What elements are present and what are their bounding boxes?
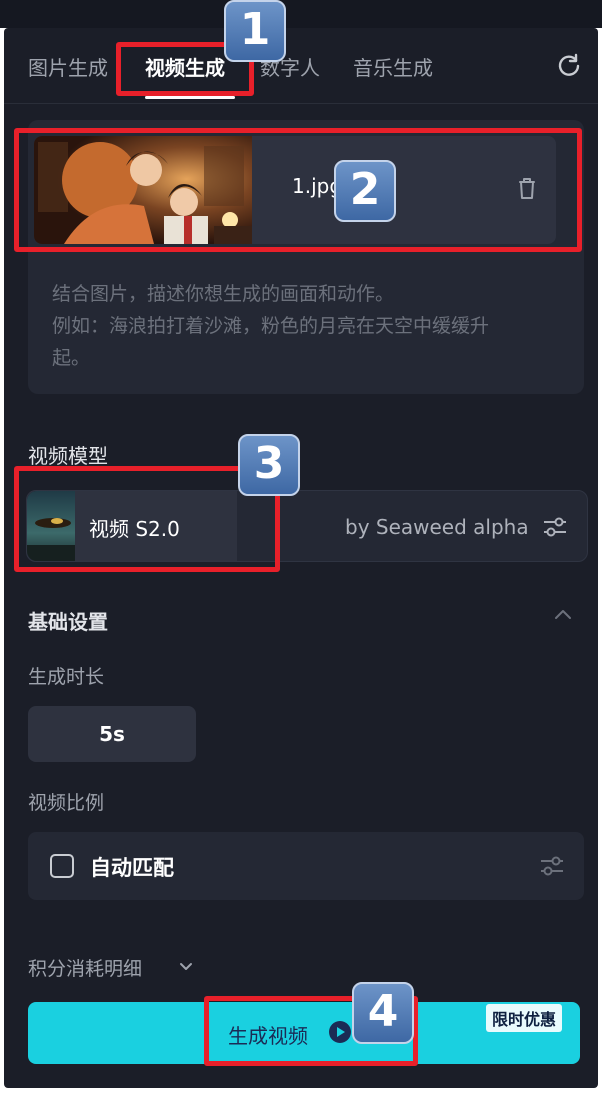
model-selector[interactable]: 视频 S2.0 by Seaweed alpha bbox=[26, 490, 588, 562]
duration-label: 生成时长 bbox=[28, 666, 105, 688]
tab-bar: 图片生成 视频生成 数字人 音乐生成 bbox=[4, 28, 598, 104]
model-provider: by Seaweed alpha bbox=[345, 515, 529, 539]
promo-badge: 限时优惠 bbox=[486, 1004, 563, 1032]
tab-image-generation[interactable]: 图片生成 bbox=[28, 52, 108, 81]
points-detail-link[interactable]: 积分消耗明细 bbox=[28, 954, 142, 981]
basic-settings-label: 基础设置 bbox=[28, 610, 108, 634]
video-model-label: 视频模型 bbox=[28, 444, 108, 468]
aspect-ratio-value: 自动匹配 bbox=[90, 856, 174, 880]
aspect-ratio-label: 视频比例 bbox=[28, 792, 105, 814]
prompt-input[interactable]: 结合图片，描述你想生成的画面和动作。 例如：海浪拍打着沙滩，粉色的月亮在天空中缓… bbox=[52, 278, 572, 374]
model-name: 视频 S2.0 bbox=[89, 517, 180, 541]
active-tab-indicator bbox=[145, 96, 235, 99]
prompt-placeholder-line: 例如：海浪拍打着沙滩，粉色的月亮在天空中缓缓升 bbox=[52, 315, 490, 337]
tab-music-generation[interactable]: 音乐生成 bbox=[353, 52, 433, 81]
play-icon bbox=[329, 1021, 351, 1043]
duration-option[interactable]: 5s bbox=[28, 706, 196, 762]
sliders-icon[interactable] bbox=[538, 854, 566, 878]
generate-video-label: 生成视频 bbox=[228, 1024, 308, 1048]
annotation-badge-3: 3 bbox=[238, 434, 300, 496]
sliders-icon[interactable] bbox=[541, 515, 569, 539]
uploaded-image-thumbnail bbox=[34, 136, 252, 244]
aspect-ratio-icon bbox=[50, 854, 74, 878]
generate-video-button[interactable]: 生成视频 限时优惠 bbox=[28, 1002, 580, 1064]
annotation-badge-4: 4 bbox=[352, 982, 414, 1044]
tab-video-generation[interactable]: 视频生成 bbox=[145, 52, 225, 81]
trash-icon[interactable] bbox=[508, 170, 546, 208]
prompt-placeholder-line: 起。 bbox=[52, 347, 91, 369]
model-thumbnail bbox=[27, 491, 75, 561]
prompt-placeholder-line: 结合图片，描述你想生成的画面和动作。 bbox=[52, 283, 395, 305]
uploaded-image-card[interactable]: 1.jpg bbox=[34, 136, 556, 244]
annotation-badge-2: 2 bbox=[334, 160, 396, 222]
window-top-strip bbox=[0, 0, 602, 28]
model-selected: 视频 S2.0 bbox=[27, 491, 237, 561]
refresh-icon[interactable] bbox=[556, 52, 582, 78]
chevron-down-icon[interactable] bbox=[178, 960, 194, 974]
aspect-ratio-selector[interactable]: 自动匹配 bbox=[28, 832, 584, 900]
annotation-badge-1: 1 bbox=[224, 0, 286, 62]
chevron-up-icon[interactable] bbox=[552, 606, 574, 622]
generation-panel: 图片生成 视频生成 数字人 音乐生成 1.jpg 结合图片，描述你想生成的画面和… bbox=[4, 28, 598, 1088]
